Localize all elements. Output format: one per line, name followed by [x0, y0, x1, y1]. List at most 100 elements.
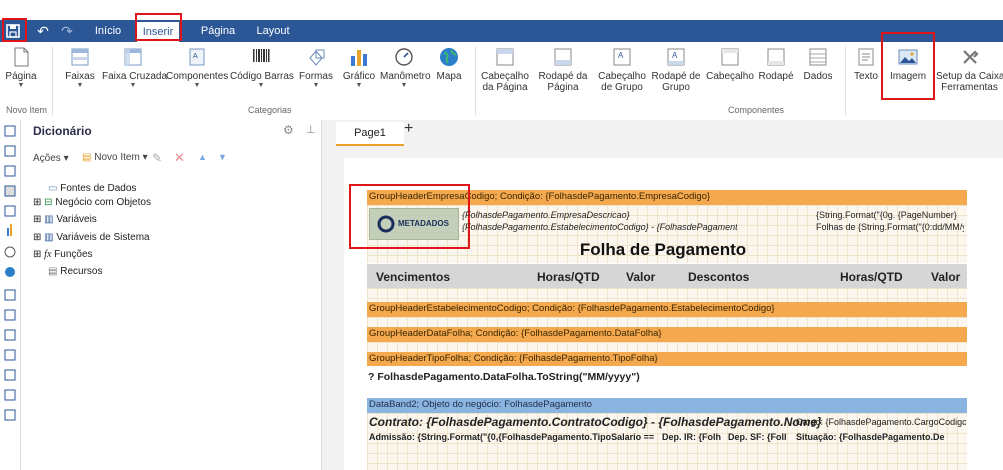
- group-label-new-item: Novo Item: [6, 105, 48, 115]
- image-icon: [898, 49, 918, 65]
- delete-icon[interactable]: ✕: [174, 150, 185, 166]
- undo-icon[interactable]: ↶: [34, 20, 52, 42]
- rodape-grupo-button[interactable]: A Rodapé de Grupo: [650, 44, 702, 96]
- group-label-components: Componentes: [728, 105, 785, 115]
- dep-sf-field[interactable]: Dep. SF: {Foll: [728, 432, 790, 442]
- sublabel: de Grupo: [601, 82, 643, 93]
- data-folha-expression[interactable]: ? FolhasdePagamento.DataFolha.ToString("…: [368, 371, 640, 383]
- tree-item-recursos[interactable]: ▤ Recursos: [48, 266, 102, 277]
- situacao-field[interactable]: Situação: {FolhasdePagamento.De: [796, 432, 966, 442]
- codigo-barras-button[interactable]: Código Barras ▼: [230, 44, 294, 96]
- move-down-icon[interactable]: ▼: [218, 152, 227, 162]
- group-header-tipo-folha[interactable]: GroupHeaderTipoFolha; Condição: {Folhasd…: [367, 352, 967, 366]
- contrato-field[interactable]: Contrato: {FolhasdePagamento.ContratoCod…: [369, 415, 822, 429]
- chevron-down-icon: ▼: [257, 82, 265, 89]
- sublabel: da Página: [482, 82, 528, 93]
- column-header-valor[interactable]: Valor: [626, 264, 676, 288]
- tree-item-variaveis-sistema[interactable]: ⊞ ▥ Variáveis de Sistema: [33, 232, 150, 243]
- tab-pagina[interactable]: Página: [196, 20, 240, 42]
- dep-ir-field[interactable]: Dep. IR: {Folh: [662, 432, 724, 442]
- actions-menu[interactable]: Ações ▾: [33, 153, 69, 164]
- column-header-horas-qtd-2[interactable]: Horas/QTD: [840, 264, 910, 288]
- cabecalho-button[interactable]: Cabeçalho: [704, 44, 756, 96]
- chevron-down-icon: ▼: [400, 82, 408, 89]
- dictionary-title: Dicionário: [33, 124, 92, 138]
- faixas-button[interactable]: Faixas ▼: [60, 44, 100, 96]
- tab-page1[interactable]: Page1: [336, 122, 404, 146]
- new-item-icon: ▤: [82, 152, 92, 163]
- folhas-field[interactable]: Folhas de {String.Format("{0:dd/MM/y: [816, 222, 964, 232]
- tree-label: Negócio com Objetos: [55, 197, 151, 208]
- column-header-horas-qtd[interactable]: Horas/QTD: [537, 264, 607, 288]
- group-header-estabelecimento[interactable]: GroupHeaderEstabelecimentoCodigo; Condiç…: [367, 302, 967, 317]
- rodape-button[interactable]: Rodapé: [756, 44, 796, 96]
- group-header-data-folha[interactable]: GroupHeaderDataFolha; Condição: {Folhasd…: [367, 327, 967, 342]
- label: Dados: [803, 71, 833, 82]
- cargo-field[interactable]: Cargo: {FolhasdePagamento.CargoCodigo}: [796, 417, 966, 427]
- tree-item-fontes[interactable]: ▭ Fontes de Dados: [48, 183, 136, 194]
- rodape-pagina-button[interactable]: Rodapé da Página: [538, 44, 588, 96]
- mapa-button[interactable]: Mapa: [432, 44, 466, 96]
- group-header-icon: A: [613, 48, 631, 66]
- new-item-menu[interactable]: ▤ Novo Item ▾: [82, 152, 148, 163]
- chevron-down-icon: ▼: [312, 82, 320, 89]
- column-header-vencimentos[interactable]: Vencimentos: [376, 264, 496, 288]
- system-variables-icon: ▥: [44, 232, 54, 243]
- group-footer-icon: A: [667, 48, 685, 66]
- tree-item-variaveis[interactable]: ⊞ ▥ Variáveis: [33, 214, 97, 225]
- redo-icon[interactable]: ↷: [58, 20, 76, 42]
- tab-inicio[interactable]: Início: [84, 20, 132, 42]
- formas-button[interactable]: Formas ▼: [298, 44, 334, 96]
- dados-button[interactable]: Dados: [800, 44, 836, 96]
- tree-item-funcoes[interactable]: ⊞ fx Funções: [33, 249, 93, 260]
- databand2[interactable]: DataBand2; Objeto do negócio: FolhasdePa…: [367, 398, 967, 413]
- label: Cabeçalho: [481, 71, 529, 82]
- admissao-field[interactable]: Admissão: {String.Format("{0,{FolhasdePa…: [369, 432, 659, 442]
- move-up-icon[interactable]: ▲: [198, 152, 207, 162]
- chevron-down-icon: ▼: [76, 82, 84, 89]
- company-logo[interactable]: METADADOS: [369, 208, 459, 240]
- report-title[interactable]: Folha de Pagamento: [470, 240, 856, 260]
- column-header-descontos[interactable]: Descontos: [688, 264, 778, 288]
- svg-text:A: A: [618, 51, 624, 60]
- setup-caixa-button[interactable]: Setup da Caixa Ferramentas: [936, 44, 1003, 96]
- imagem-button[interactable]: Imagem: [886, 44, 930, 96]
- toolbox-icons[interactable]: [4, 124, 16, 424]
- cabecalho-pagina-button[interactable]: Cabeçalho da Página: [480, 44, 530, 96]
- grafico-button[interactable]: Gráfico ▼: [342, 44, 376, 96]
- chevron-down-icon: ▼: [17, 82, 25, 89]
- group-header-empresa[interactable]: GroupHeaderEmpresaCodigo; Condição: {Fol…: [367, 190, 967, 205]
- gear-icon[interactable]: ⚙: [283, 123, 294, 137]
- tree-item-negocio[interactable]: ⊞ ⊟ Negócio com Objetos: [33, 197, 151, 208]
- tab-inserir[interactable]: Inserir: [137, 22, 179, 42]
- estabelecimento-field[interactable]: {FolhasdePagamento.EstabelecimentoCodigo…: [462, 222, 737, 232]
- label: Gráfico: [342, 71, 376, 82]
- faixa-cruzada-button[interactable]: Faixa Cruzada ▼: [102, 44, 167, 96]
- label: Texto: [854, 71, 878, 82]
- tree-label: Variáveis: [56, 214, 97, 225]
- column-header-valor-2[interactable]: Valor: [931, 264, 965, 288]
- pagina-button[interactable]: Página ▼: [4, 44, 38, 96]
- componentes-button[interactable]: A Componentes ▼: [166, 44, 228, 96]
- empresa-descricao-field[interactable]: {FolhasdePagamento.EmpresaDescricao}: [462, 210, 732, 220]
- texto-button[interactable]: Texto: [850, 44, 882, 96]
- pin-icon[interactable]: ⊥: [306, 123, 316, 136]
- add-page-button[interactable]: +: [404, 120, 413, 138]
- cabecalho-grupo-button[interactable]: A Cabeçalho de Grupo: [596, 44, 648, 96]
- save-icon[interactable]: [4, 20, 22, 42]
- text-icon: [858, 48, 874, 66]
- tab-layout[interactable]: Layout: [252, 20, 294, 42]
- bar-chart-icon: [351, 50, 367, 66]
- tree-label: Funções: [54, 249, 93, 260]
- variables-icon: ▥: [44, 214, 54, 225]
- bands-icon: [71, 48, 89, 66]
- label: Formas: [299, 71, 333, 82]
- logo-text: METADADOS: [398, 219, 449, 228]
- shapes-icon: [309, 49, 325, 66]
- band-body: [367, 317, 967, 327]
- edit-icon[interactable]: ✎: [152, 151, 162, 165]
- expand-icon: ⊞: [33, 249, 42, 260]
- gauge-icon: [395, 48, 413, 66]
- page-number-field[interactable]: {String.Format("{0g. {PageNumber}: [816, 210, 964, 220]
- manometro-button[interactable]: Manômetro ▼: [380, 44, 431, 96]
